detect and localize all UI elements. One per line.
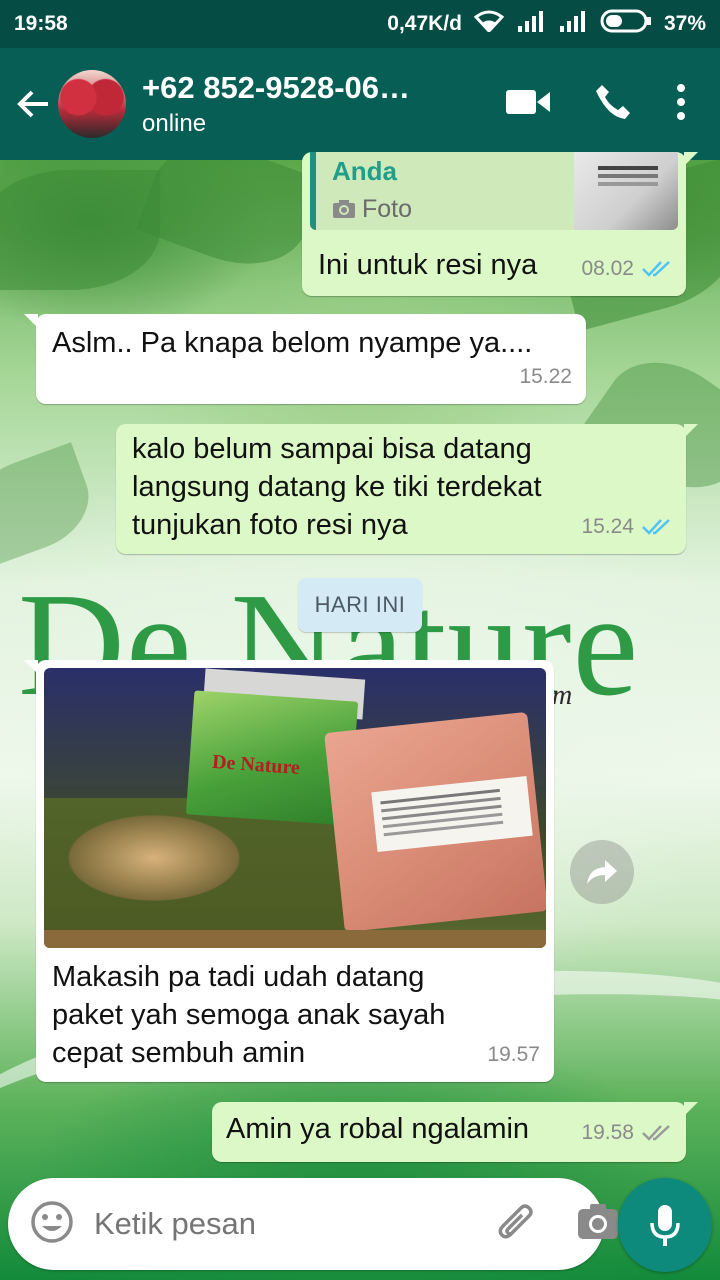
message-time: 19.57 <box>487 1043 540 1066</box>
photo-product-label: De Nature <box>211 750 301 780</box>
message-line: cepat sembuh amin <box>52 1037 306 1069</box>
camera-icon <box>333 200 355 218</box>
microphone-icon <box>650 1205 680 1246</box>
signal-icon <box>516 10 546 38</box>
quoted-type-label: Foto <box>362 195 413 223</box>
message-line: Makasih pa tadi udah datang <box>52 961 425 993</box>
arrow-left-icon <box>17 90 48 118</box>
message-time: 15.22 <box>519 365 572 388</box>
emoji-button[interactable] <box>30 1200 74 1249</box>
paperclip-icon <box>498 1203 533 1238</box>
video-camera-icon <box>506 89 550 114</box>
message-bubble[interactable]: Aslm.. Pa knapa belom nyampe ya.... 15.2… <box>24 314 586 404</box>
message-bubble[interactable]: De Nature Makasih pa tadi udah datang pa… <box>24 660 554 1082</box>
double-check-read-icon <box>642 519 670 535</box>
message-line: langsung datang ke tiki terdekat <box>132 471 542 503</box>
share-arrow-icon <box>587 860 617 884</box>
photo-floor <box>44 930 546 948</box>
status-bar: 19:58 0,47K/d 37% <box>0 0 720 48</box>
leaf-decoration <box>136 160 324 285</box>
wifi-icon <box>473 10 505 38</box>
signal-icon <box>558 10 588 38</box>
chat-header: +62 852-9528-06… online <box>0 48 720 160</box>
forward-button[interactable] <box>570 840 634 904</box>
status-time: 19:58 <box>14 12 68 35</box>
quoted-type: Foto <box>332 190 412 228</box>
wallpaper-brand-suffix: m <box>552 680 573 711</box>
video-call-button[interactable] <box>506 88 550 121</box>
camera-icon <box>578 1203 618 1239</box>
day-separator: HARI INI <box>298 578 422 632</box>
message-text: Ini untuk resi nya <box>318 249 538 281</box>
battery-icon <box>600 9 652 39</box>
network-speed: 0,47K/d <box>387 12 462 35</box>
message-text: Amin ya robal ngalamin <box>226 1113 530 1145</box>
message-time: 19.58 <box>581 1121 634 1144</box>
message-time: 15.24 <box>581 515 634 538</box>
contact-name: +62 852-9528-06… <box>142 70 411 105</box>
message-line: tunjukan foto resi nya <box>132 509 408 541</box>
message-composer <box>8 1178 618 1270</box>
message-bubble[interactable]: kalo belum sampai bisa datang langsung d… <box>116 424 698 554</box>
message-text: Aslm.. Pa knapa belom nyampe ya.... <box>52 327 533 359</box>
quoted-author: Anda <box>332 156 397 186</box>
double-check-delivered-icon <box>642 1125 670 1141</box>
message-input[interactable] <box>94 1206 493 1242</box>
kebab-menu-icon <box>677 83 685 120</box>
contact-info[interactable]: +62 852-9528-06… online <box>142 70 506 138</box>
contact-status: online <box>142 110 207 137</box>
message-time: 08.02 <box>581 257 634 280</box>
quoted-message[interactable]: Anda Foto <box>310 152 678 230</box>
leaf-decoration <box>0 442 102 568</box>
message-photo[interactable]: De Nature <box>44 668 546 948</box>
contact-avatar[interactable] <box>58 70 126 138</box>
message-bubble[interactable]: Amin ya robal ngalamin 19.58 <box>212 1102 698 1162</box>
emoji-icon <box>31 1200 73 1243</box>
message-bubble[interactable]: Anda Foto Ini untuk resi nya 08.02 <box>302 152 698 296</box>
camera-button[interactable] <box>577 1203 619 1246</box>
battery-percent: 37% <box>663 12 706 35</box>
message-line: paket yah semoga anak sayah <box>52 999 446 1031</box>
leaf-decoration <box>0 170 160 290</box>
double-check-read-icon <box>642 261 670 277</box>
voice-call-button[interactable] <box>594 83 632 126</box>
message-line: kalo belum sampai bisa datang <box>132 433 532 465</box>
quoted-photo-thumbnail <box>574 152 678 230</box>
attach-button[interactable] <box>493 1200 537 1249</box>
phone-icon <box>596 84 630 119</box>
voice-message-button[interactable] <box>618 1178 712 1272</box>
more-options-button[interactable] <box>676 83 686 126</box>
back-button[interactable] <box>4 86 64 122</box>
